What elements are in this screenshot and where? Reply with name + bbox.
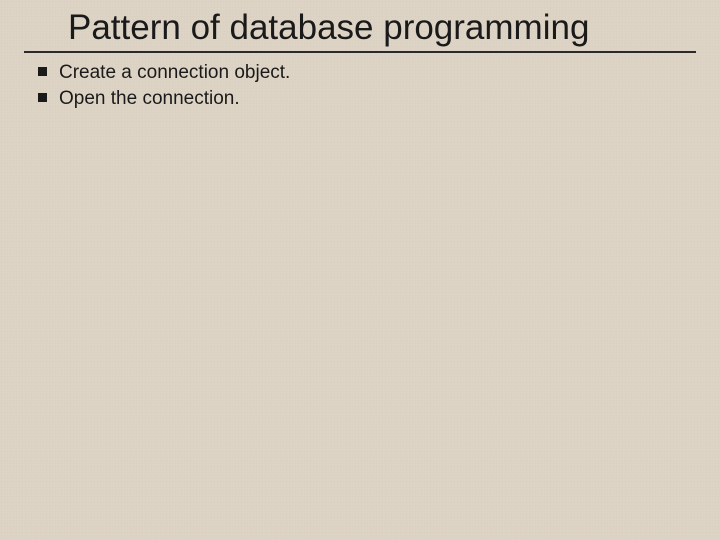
list-item: Open the connection. <box>38 87 720 112</box>
slide-title: Pattern of database programming <box>68 6 720 50</box>
square-bullet-icon <box>38 67 47 76</box>
slide: Pattern of database programming Create a… <box>0 0 720 540</box>
square-bullet-icon <box>38 93 47 102</box>
bullet-list: Create a connection object. Open the con… <box>38 61 720 112</box>
list-item: Create a connection object. <box>38 61 720 86</box>
list-item-text: Open the connection. <box>59 87 240 112</box>
title-area: Pattern of database programming <box>0 0 720 50</box>
title-underline <box>24 51 696 53</box>
list-item-text: Create a connection object. <box>59 61 290 86</box>
